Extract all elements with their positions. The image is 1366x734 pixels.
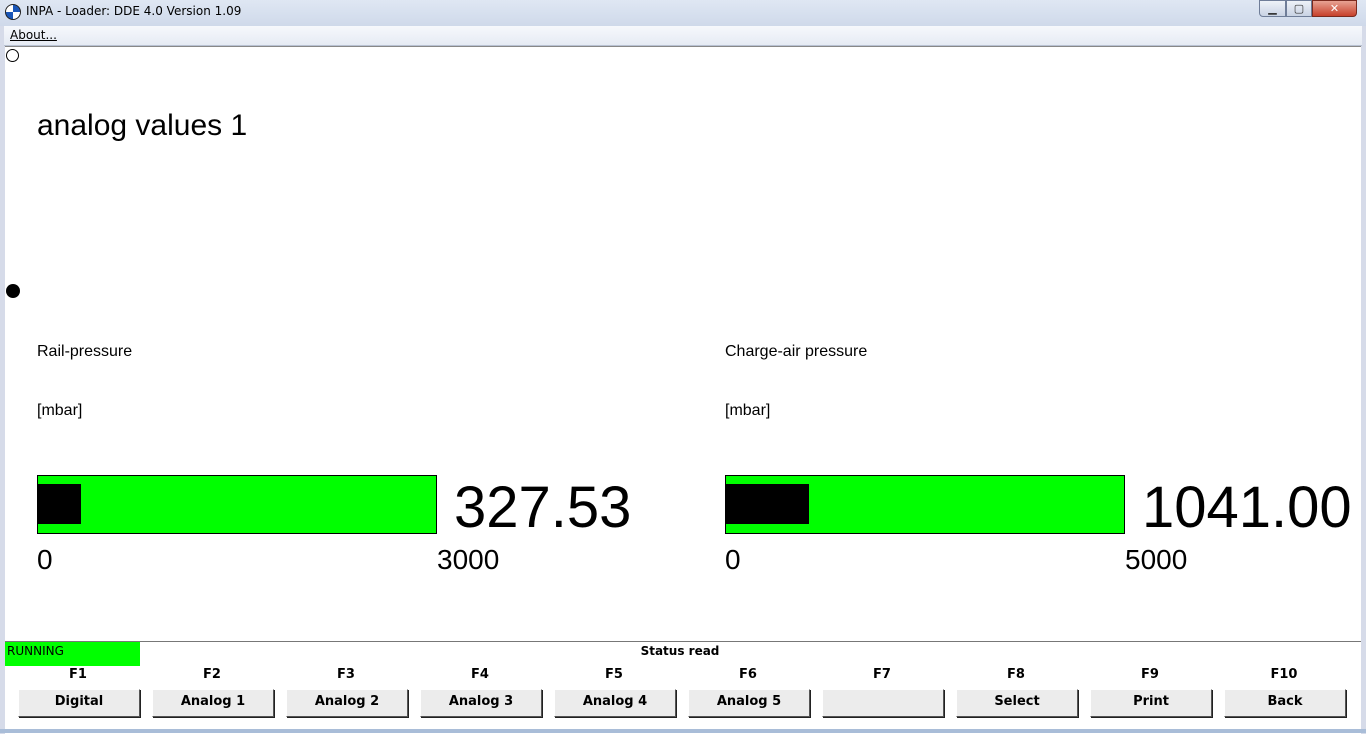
window-title: INPA - Loader: DDE 4.0 Version 1.09 xyxy=(26,4,242,18)
maximize-button[interactable]: ▢ xyxy=(1286,0,1312,17)
close-icon: ✕ xyxy=(1329,2,1340,15)
page-title: analog values 1 xyxy=(37,109,248,142)
analog-5-button[interactable]: Analog 5 xyxy=(688,689,810,717)
gauge-max: 3000 xyxy=(437,544,500,575)
maximize-icon: ▢ xyxy=(1293,2,1305,15)
gauge-unit: [mbar] xyxy=(725,402,771,419)
digital-button[interactable]: Digital xyxy=(18,689,140,717)
fkey-label-f10: F10 xyxy=(1270,667,1298,682)
select-button[interactable]: Select xyxy=(956,689,1078,717)
title-bar: INPA - Loader: DDE 4.0 Version 1.09 ▁ ▢ … xyxy=(0,0,1366,26)
gauge-value: 327.53 xyxy=(454,475,632,540)
gauge-bar xyxy=(37,475,437,534)
minimize-icon: ▁ xyxy=(1268,2,1277,15)
fkey-label-f3: F3 xyxy=(337,667,355,682)
gauge-fill xyxy=(38,484,81,524)
running-status-badge: RUNNING xyxy=(5,642,140,666)
fkey-label-f5: F5 xyxy=(605,667,623,682)
minimize-button[interactable]: ▁ xyxy=(1259,0,1286,17)
f7-button[interactable] xyxy=(822,689,944,717)
gauge-value: 1041.00 xyxy=(1142,475,1352,540)
fkey-label-f2: F2 xyxy=(203,667,221,682)
fkey-label-f4: F4 xyxy=(471,667,489,682)
main-panel: analog values 1 Rail-pressure [mbar] 327… xyxy=(5,46,1361,641)
filled-circle-indicator-icon xyxy=(6,284,20,298)
gauge-min: 0 xyxy=(37,544,53,575)
fkey-label-f1: F1 xyxy=(69,667,87,682)
gauge-fill xyxy=(726,484,809,524)
fkey-label-f7: F7 xyxy=(873,667,891,682)
gauge-max: 5000 xyxy=(1125,544,1188,575)
gauge-bar xyxy=(725,475,1125,534)
gauge-unit: [mbar] xyxy=(37,402,83,419)
taskbar-strip xyxy=(0,729,1366,733)
close-button[interactable]: ✕ xyxy=(1312,0,1357,17)
fkey-label-f8: F8 xyxy=(1007,667,1025,682)
analog-1-button[interactable]: Analog 1 xyxy=(152,689,274,717)
analog-2-button[interactable]: Analog 2 xyxy=(286,689,408,717)
fkey-label-f6: F6 xyxy=(739,667,757,682)
function-key-panel: RUNNING Status read F1 F2 F3 F4 F5 F6 F7… xyxy=(5,641,1361,734)
menu-item-about[interactable]: About... xyxy=(10,28,57,42)
fkey-label-f9: F9 xyxy=(1141,667,1159,682)
print-button[interactable]: Print xyxy=(1090,689,1212,717)
bmw-logo-icon xyxy=(5,4,21,20)
gauge-name: Rail-pressure xyxy=(37,343,133,360)
menu-bar: About... xyxy=(4,26,1362,46)
gauge-name: Charge-air pressure xyxy=(725,343,868,360)
analog-3-button[interactable]: Analog 3 xyxy=(420,689,542,717)
empty-circle-indicator-icon xyxy=(6,49,19,62)
status-message: Status read xyxy=(640,644,720,658)
back-button[interactable]: Back xyxy=(1224,689,1346,717)
analog-4-button[interactable]: Analog 4 xyxy=(554,689,676,717)
gauge-min: 0 xyxy=(725,544,741,575)
